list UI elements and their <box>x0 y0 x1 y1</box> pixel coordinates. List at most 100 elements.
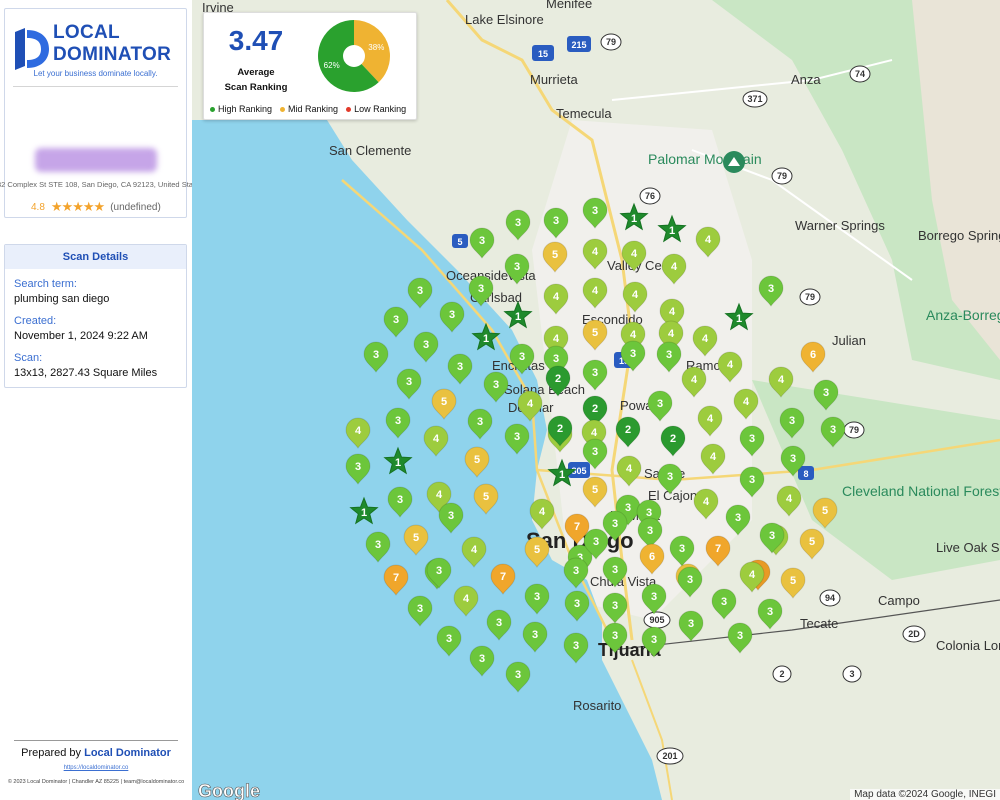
scan-details-card: Scan Details Search term: plumbing san d… <box>4 244 187 388</box>
ranking-pin-label: 3 <box>769 530 775 542</box>
ranking-pin-label: 3 <box>667 471 673 483</box>
ranking-pin-label: 3 <box>768 283 774 295</box>
route-shield: 79 <box>771 167 793 185</box>
ranking-pin-label: 2 <box>592 403 598 415</box>
ranking-pin-label: 3 <box>573 565 579 577</box>
ranking-donut-chart: 62% 38% <box>318 20 390 92</box>
ranking-pin-label: 3 <box>355 461 361 473</box>
place-label: Murrieta <box>530 72 578 87</box>
map-attribution[interactable]: Map data ©2024 Google, INEGI <box>850 789 1000 800</box>
ranking-pin-label: 3 <box>478 283 484 295</box>
map-canvas[interactable]: Irvine Lake Elsinore Menifee Murrieta Te… <box>192 0 1000 800</box>
ranking-pin-label: 3 <box>514 261 520 273</box>
place-label: Colonia Lomas Echeverria <box>936 638 1000 653</box>
ranking-pin-label: 5 <box>474 454 480 466</box>
ranking-pin-label: 4 <box>707 413 714 425</box>
ranking-pin-label: 5 <box>534 544 540 556</box>
ranking-pin-label: 3 <box>592 367 598 379</box>
ranking-pin-label: 4 <box>553 291 560 303</box>
ranking-pin-label: 1 <box>631 213 637 225</box>
ranking-pin-label: 3 <box>479 235 485 247</box>
ranking-pin-label: 3 <box>789 415 795 427</box>
ranking-pin-label: 3 <box>373 349 379 361</box>
scan-label: Scan: <box>14 352 43 364</box>
ranking-pin-label: 5 <box>822 505 828 517</box>
svg-text:2: 2 <box>779 669 784 679</box>
ranking-pin-label: 3 <box>514 431 520 443</box>
route-shield: 201 <box>656 747 684 765</box>
ranking-pin-label: 3 <box>395 415 401 427</box>
place-label: Cleveland National Forest <box>842 483 1000 499</box>
palomar-mountain-marker-icon <box>723 151 745 173</box>
prepared-by-name: Local Dominator <box>84 747 171 759</box>
route-shield: 3 <box>842 665 862 683</box>
ranking-pin-label: 3 <box>721 596 727 608</box>
place-label: Anza-Borrego Desert State Park <box>926 307 1000 323</box>
ranking-pin-label: 3 <box>574 598 580 610</box>
ranking-pin-label: 3 <box>393 314 399 326</box>
map-view[interactable]: Irvine Lake Elsinore Menifee Murrieta Te… <box>192 0 1000 800</box>
ranking-pin-label: 3 <box>767 606 773 618</box>
ranking-pin-label: 3 <box>375 539 381 551</box>
created-value: November 1, 2024 9:22 AM <box>14 330 148 342</box>
svg-text:3: 3 <box>849 669 854 679</box>
legend-dot-icon <box>346 107 352 113</box>
ranking-pin-label: 5 <box>483 491 489 503</box>
ranking-pin-label: 4 <box>743 396 750 408</box>
place-label: Temecula <box>556 106 612 121</box>
route-shield: 215 <box>567 36 591 52</box>
ranking-pin-label: 3 <box>630 348 636 360</box>
svg-text:79: 79 <box>777 171 787 181</box>
ranking-pin-label: 4 <box>669 306 676 318</box>
svg-text:94: 94 <box>825 593 835 603</box>
route-shield: 2D <box>902 625 926 643</box>
ranking-pin-label: 4 <box>703 496 710 508</box>
legend-high: High Ranking <box>210 104 272 114</box>
ranking-pin-label: 4 <box>592 246 599 258</box>
rating-value: 4.8 <box>31 201 45 213</box>
ranking-pin-label: 5 <box>592 484 598 496</box>
ranking-pin-label: 4 <box>436 489 443 501</box>
ranking-pin-label: 3 <box>397 494 403 506</box>
ranking-pin-label: 7 <box>574 521 580 533</box>
ranking-pin-label: 3 <box>625 502 631 514</box>
ranking-pin-label: 4 <box>553 333 560 345</box>
business-name-redacted <box>35 148 157 172</box>
ranking-pin-label: 2 <box>625 424 631 436</box>
star-rating-icon: ★★★★★ <box>50 199 105 214</box>
ranking-pin-label: 3 <box>688 618 694 630</box>
review-count: (undefined) <box>110 201 161 213</box>
route-shield: 5 <box>452 234 468 248</box>
report-footer: Prepared by Local Dominator https://loca… <box>0 740 192 785</box>
place-label: Menifee <box>546 0 592 11</box>
ranking-pin-label: 3 <box>534 591 540 603</box>
ranking-pin-label: 1 <box>361 507 367 519</box>
ranking-pin-label: 4 <box>527 398 534 410</box>
business-address: 32 Complex St STE 108, San Diego, CA 921… <box>0 180 192 189</box>
report-sidebar: LOCAL DOMINATOR Let your business domina… <box>0 0 192 800</box>
website-link[interactable]: https://localdominator.co <box>0 765 192 771</box>
ranking-pin-label: 3 <box>823 387 829 399</box>
rating-row: 4.8 ★★★★★ (undefined) <box>31 199 161 215</box>
ranking-pin-label: 1 <box>736 313 742 325</box>
legend-low: Low Ranking <box>346 104 406 114</box>
ranking-pin-label: 3 <box>417 285 423 297</box>
route-shield: 94 <box>819 589 841 607</box>
svg-text:5: 5 <box>457 237 462 247</box>
place-label: Campo <box>878 593 920 608</box>
route-shield: 15 <box>532 45 554 61</box>
ranking-pin-label: 7 <box>393 572 399 584</box>
ranking-pin-label: 3 <box>657 398 663 410</box>
ranking-pin-label: 3 <box>651 634 657 646</box>
ranking-pin-label: 3 <box>449 309 455 321</box>
legend-mid: Mid Ranking <box>280 104 338 114</box>
ranking-pin-label: 3 <box>666 349 672 361</box>
svg-text:15: 15 <box>538 49 548 59</box>
route-shield: 76 <box>639 187 661 205</box>
route-shield: 2 <box>772 665 792 683</box>
ranking-pin-label: 1 <box>559 469 565 481</box>
ranking-pin-label: 4 <box>433 433 440 445</box>
ranking-legend: High Ranking Mid Ranking Low Ranking <box>210 104 406 114</box>
svg-text:79: 79 <box>849 425 859 435</box>
ranking-pin-label: 3 <box>592 205 598 217</box>
